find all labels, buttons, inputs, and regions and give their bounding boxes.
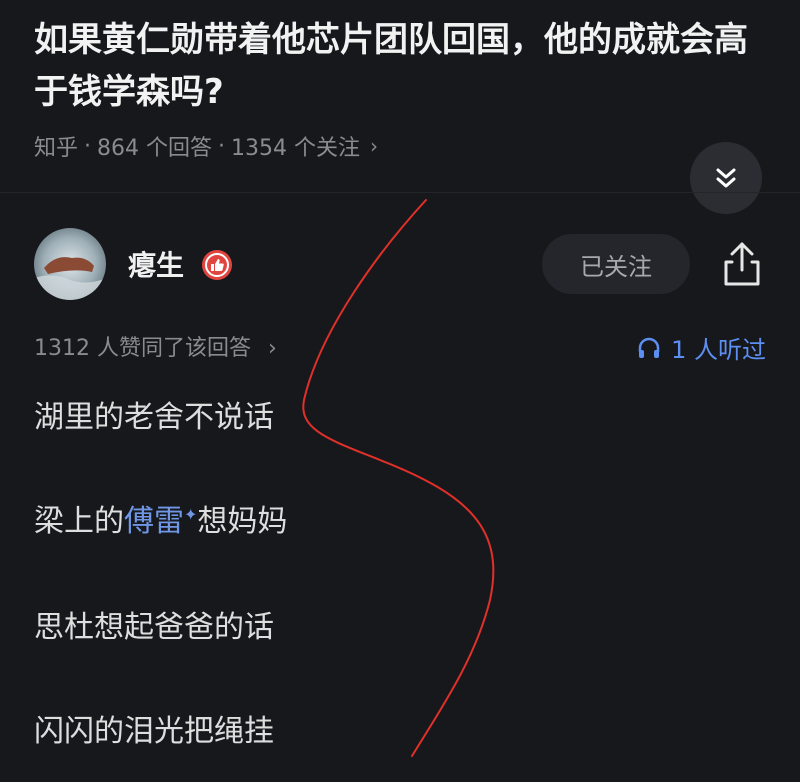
search-link[interactable]: 傅雷: [124, 504, 184, 539]
follower-count: 1354 个关注: [231, 136, 360, 161]
headphones-icon: [638, 337, 660, 358]
answer-count: 864 个回答: [97, 136, 213, 161]
content-line-2: 梁上的傅雷✦想妈妈: [34, 496, 287, 540]
author-name[interactable]: 瘪生: [128, 244, 184, 284]
content-line-1: 湖里的老舍不说话: [34, 400, 274, 435]
avatar[interactable]: [34, 228, 106, 300]
listen-text: 1 人听过: [671, 336, 766, 364]
separator: ·: [84, 133, 92, 159]
separator: ·: [218, 133, 226, 159]
divider: [0, 192, 800, 193]
collapse-button[interactable]: [690, 142, 762, 214]
question-meta[interactable]: 知乎 · 864 个回答 · 1354 个关注 ›: [34, 130, 378, 162]
chevron-right-icon: ›: [370, 134, 378, 158]
vote-count: 1312 人赞同了该回答: [34, 336, 251, 361]
content-line-4: 闪闪的泪光把绳挂: [34, 714, 274, 749]
thumbs-up-badge-icon: [202, 250, 232, 280]
double-chevron-down-icon: [716, 168, 736, 188]
sparkle-icon: ✦: [184, 505, 198, 524]
share-icon: [724, 242, 760, 286]
source-label: 知乎: [34, 136, 79, 161]
follow-button[interactable]: 已关注: [542, 234, 690, 294]
share-button[interactable]: [718, 238, 766, 290]
content-line-3: 思杜想起爸爸的话: [34, 610, 274, 645]
chevron-right-icon: ›: [267, 336, 277, 361]
content-line-2-prefix: 梁上的: [34, 504, 124, 539]
listen-count[interactable]: 1 人听过: [637, 330, 766, 365]
question-title[interactable]: 如果黄仁勋带着他芯片团队回国，他的成就会高于钱学森吗?: [34, 14, 754, 118]
vote-summary[interactable]: 1312 人赞同了该回答 ›: [34, 330, 277, 362]
content-line-2-suffix: 想妈妈: [197, 504, 288, 539]
